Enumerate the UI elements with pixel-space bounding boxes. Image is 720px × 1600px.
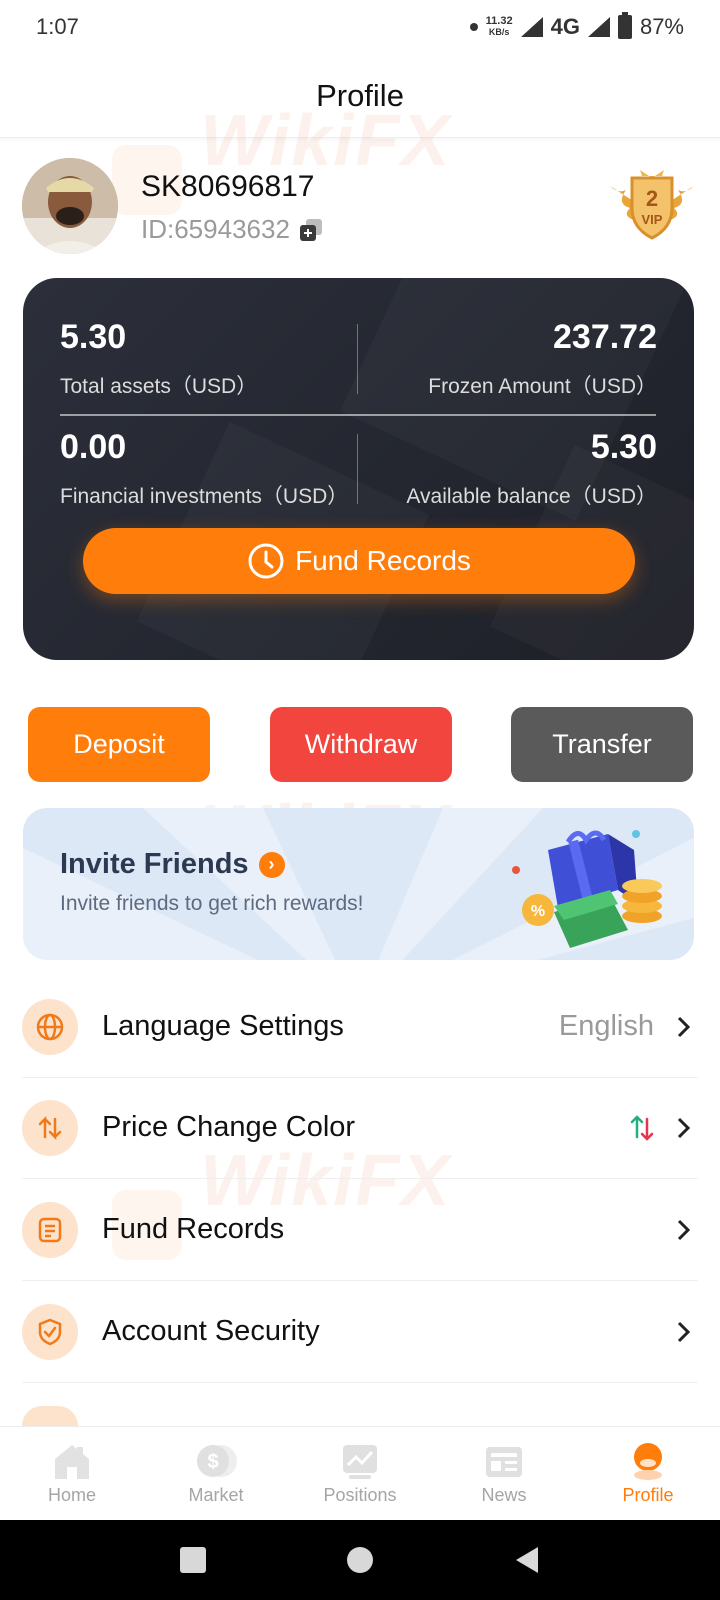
row-divider — [60, 414, 656, 416]
financial-investments-label: Financial investments（USD） — [60, 485, 349, 508]
menu-label: Language Settings — [102, 1010, 344, 1042]
page-header: Profile — [0, 54, 720, 138]
home-button-icon[interactable] — [345, 1545, 375, 1575]
clock-icon — [248, 543, 284, 579]
nav-positions[interactable]: Positions — [288, 1427, 432, 1520]
nav-label: News — [481, 1485, 527, 1505]
frozen-amount-value: 237.72 — [553, 318, 657, 356]
recent-apps-icon[interactable] — [178, 1545, 208, 1575]
nav-label: Home — [47, 1485, 96, 1505]
column-divider — [357, 324, 358, 394]
chevron-right-icon — [677, 1219, 691, 1240]
nav-label: Positions — [323, 1485, 397, 1505]
nav-label: Profile — [622, 1485, 674, 1505]
vip-shield-icon: 2 VIP — [610, 170, 694, 240]
chevron-right-icon — [677, 1321, 691, 1342]
transfer-button[interactable]: Transfer — [511, 707, 693, 782]
assets-card: 5.30 Total assets（USD） 237.72 Frozen Amo… — [23, 278, 694, 660]
svg-text:$: $ — [207, 1451, 218, 1473]
avatar[interactable] — [22, 158, 118, 254]
fund-records-button[interactable]: Fund Records — [83, 528, 635, 594]
bottom-nav: Home $ Market Positions News Profile — [0, 1426, 720, 1520]
network-speed-unit: KB/s — [488, 27, 510, 37]
copy-icon[interactable] — [298, 217, 324, 243]
shield-check-icon — [22, 1303, 78, 1360]
status-bar: 1:07 11.32 KB/s 4G 87% — [0, 0, 720, 54]
menu-label: Account Security — [102, 1315, 320, 1347]
user-id-row: ID:65943632 — [141, 214, 324, 245]
home-icon — [55, 1445, 89, 1479]
invite-title: Invite Friends — [60, 848, 249, 880]
nav-news[interactable]: News — [432, 1427, 576, 1520]
menu-item-language-settings[interactable]: Language Settings English — [22, 976, 698, 1078]
signal-2-icon — [587, 17, 610, 37]
document-icon — [22, 1201, 78, 1258]
swap-arrows-icon — [22, 1099, 78, 1156]
status-icons: 11.32 KB/s 4G 87% — [469, 12, 684, 40]
system-nav-bar — [0, 1520, 720, 1600]
transfer-label: Transfer — [552, 729, 652, 759]
menu-item-fund-records[interactable]: Fund Records — [22, 1179, 698, 1281]
chevron-right-icon — [677, 1016, 691, 1037]
vip-level: 2 — [646, 186, 658, 211]
menu-item-partial[interactable] — [22, 1406, 78, 1426]
available-balance-value: 5.30 — [590, 428, 657, 466]
gift-box-illustration-icon: % — [512, 830, 662, 948]
vip-badge[interactable]: 2 VIP — [604, 164, 700, 244]
withdraw-button[interactable]: Withdraw — [270, 707, 452, 782]
page-title: Profile — [316, 77, 404, 113]
financial-investments-value: 0.00 — [60, 428, 127, 466]
up-down-color-icon — [630, 1114, 654, 1141]
fund-records-button-label: Fund Records — [295, 545, 471, 576]
frozen-amount-label: Frozen Amount（USD） — [428, 375, 657, 398]
battery-percent: 87% — [639, 14, 684, 39]
profile-screen: 1:07 11.32 KB/s 4G 87% Profile WikiFX Wi… — [0, 0, 720, 1600]
signal-icon — [520, 17, 543, 37]
withdraw-label: Withdraw — [304, 729, 418, 759]
invite-subtitle: Invite friends to get rich rewards! — [60, 892, 364, 915]
total-assets-label: Total assets（USD） — [60, 375, 258, 398]
battery-icon — [617, 12, 632, 39]
network-speed: 11.32 KB/s — [486, 16, 513, 38]
dollar-coin-icon: $ — [197, 1445, 237, 1477]
available-balance-label: Available balance（USD） — [406, 485, 657, 508]
arrow-right-icon: › — [258, 851, 285, 878]
profile-icon — [634, 1443, 662, 1480]
nav-home[interactable]: Home — [0, 1427, 144, 1520]
menu-label: Fund Records — [102, 1213, 285, 1245]
globe-icon — [22, 998, 78, 1055]
network-speed-value: 11.32 — [485, 15, 513, 27]
invite-title-row: Invite Friends › — [60, 848, 285, 881]
total-assets-value: 5.30 — [60, 318, 127, 356]
menu-label: Price Change Color — [102, 1111, 356, 1143]
username: SK80696817 — [141, 170, 315, 203]
nav-market[interactable]: $ Market — [144, 1427, 288, 1520]
avatar-photo-icon — [22, 158, 118, 254]
deposit-label: Deposit — [73, 729, 165, 759]
nav-profile[interactable]: Profile — [576, 1427, 720, 1520]
chart-board-icon — [343, 1445, 377, 1479]
menu-item-price-change-color[interactable]: Price Change Color — [22, 1077, 698, 1179]
network-type: 4G — [550, 14, 580, 39]
vip-label: VIP — [642, 212, 663, 227]
column-divider — [357, 434, 358, 504]
deposit-button[interactable]: Deposit — [28, 707, 210, 782]
status-time: 1:07 — [36, 14, 79, 39]
invite-friends-banner[interactable]: Invite Friends › Invite friends to get r… — [23, 808, 694, 960]
nav-label: Market — [188, 1485, 244, 1505]
back-icon[interactable] — [512, 1545, 542, 1575]
menu-item-account-security[interactable]: Account Security — [22, 1281, 698, 1383]
chevron-right-icon — [677, 1117, 691, 1138]
language-value: English — [558, 1010, 654, 1042]
notification-dot-icon — [469, 23, 478, 31]
newspaper-icon — [486, 1447, 522, 1477]
svg-text:%: % — [531, 903, 545, 920]
user-id: ID:65943632 — [141, 214, 290, 244]
